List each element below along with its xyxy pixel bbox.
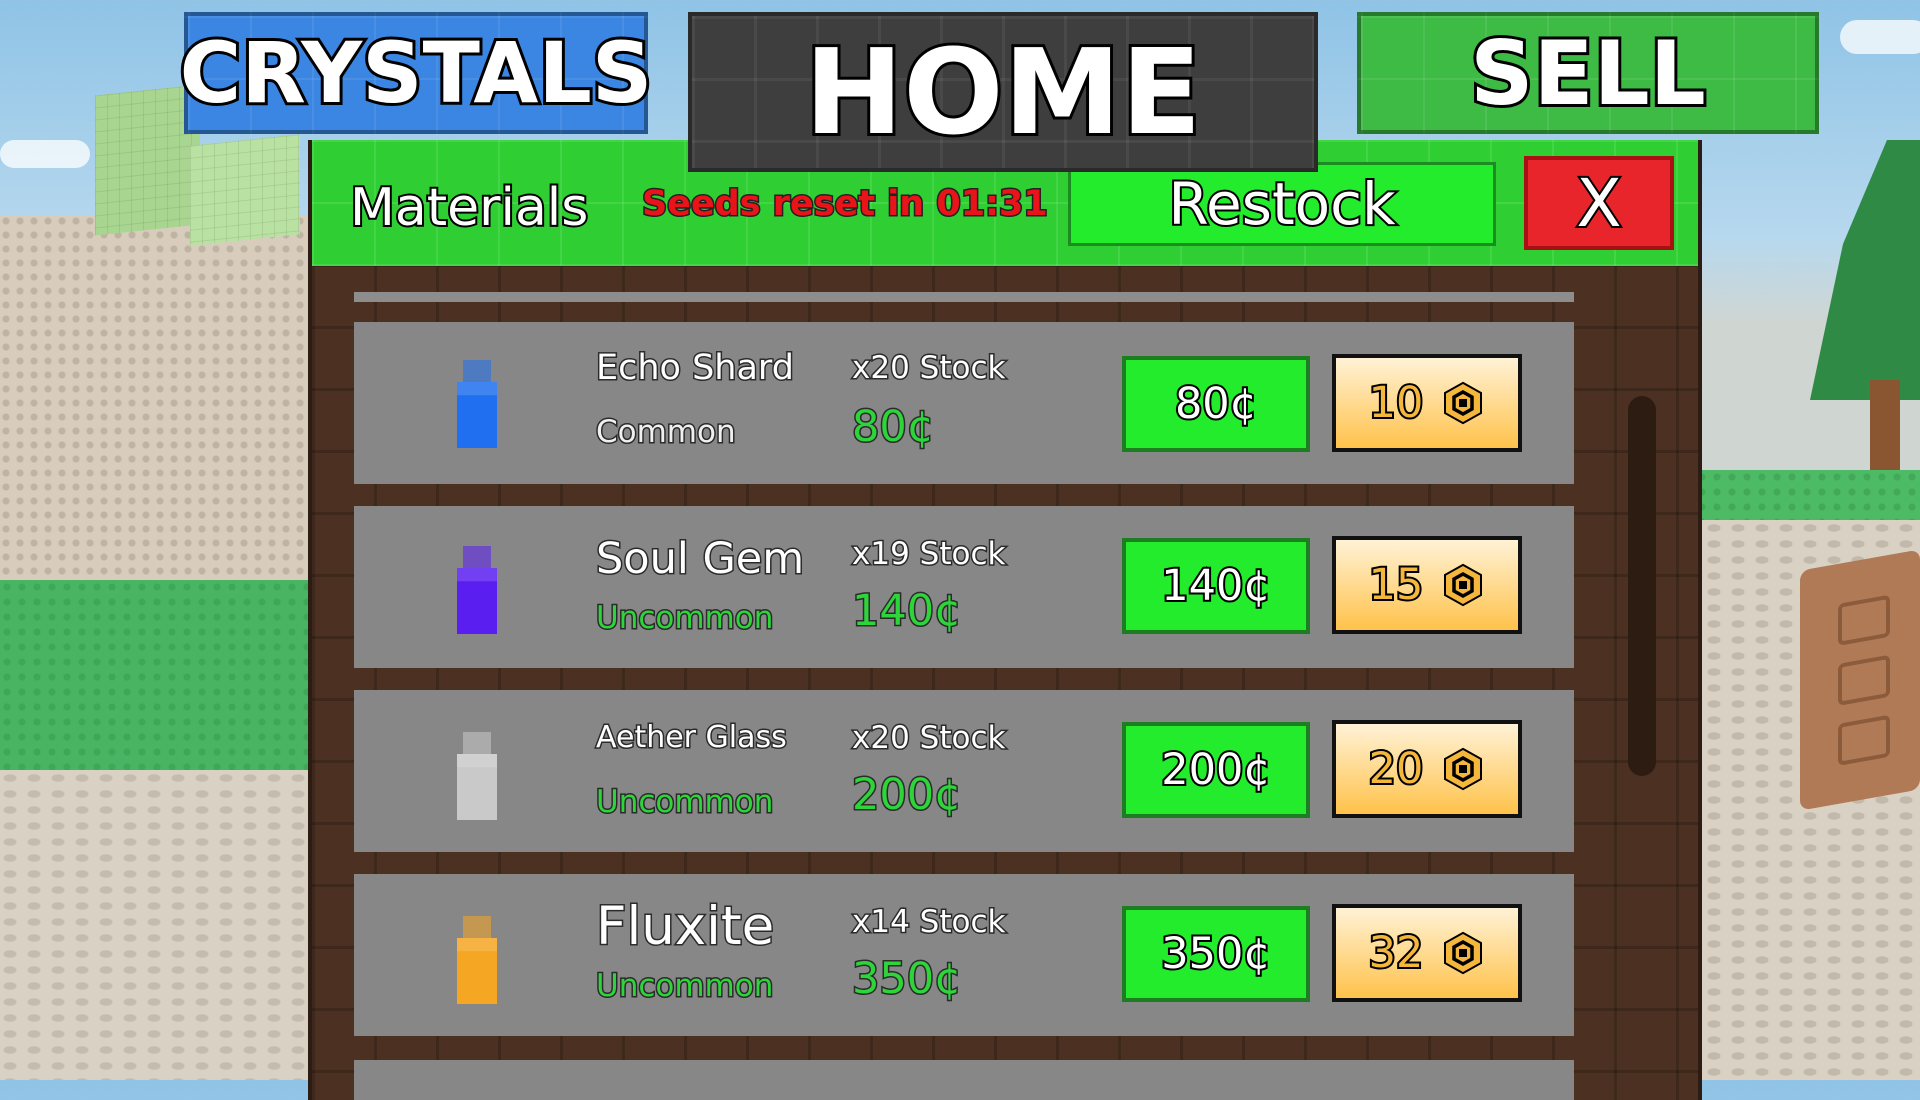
restock-button[interactable]: Restock — [1068, 162, 1496, 246]
shop-item-row: Fluxite Uncommon x14 Stock 350¢ 350¢ 32 — [354, 874, 1574, 1036]
robux-price: 32 — [1367, 926, 1426, 980]
item-rarity: Uncommon — [594, 599, 774, 638]
buy-with-cash-button[interactable]: 350¢ — [1122, 906, 1310, 1002]
item-name: Aether Glass — [595, 719, 789, 757]
materials-shop-panel: Materials Seeds reset in 01:31 Restock X… — [308, 140, 1702, 1100]
shop-item-row-partial — [354, 1060, 1574, 1100]
item-stock: x19 Stock — [850, 535, 1006, 574]
item-name: Echo Shard — [595, 347, 796, 390]
robux-price: 10 — [1367, 376, 1426, 430]
shop-item-row: Echo Shard Common x20 Stock 80¢ 80¢ 10 — [354, 322, 1574, 484]
item-rarity: Uncommon — [594, 783, 774, 822]
home-tab-button[interactable]: HOME — [688, 12, 1318, 172]
item-rarity: Common — [595, 413, 738, 452]
crystals-tab-button[interactable]: CRYSTALS — [177, 12, 655, 134]
bottle-icon — [451, 732, 503, 820]
panel-title: Materials — [348, 176, 590, 240]
close-button[interactable]: X — [1524, 156, 1674, 250]
bottle-icon — [451, 546, 503, 634]
robux-price: 15 — [1367, 558, 1426, 612]
cloud — [0, 140, 90, 168]
item-price: 200¢ — [850, 769, 962, 822]
robux-icon — [1444, 563, 1483, 607]
buy-with-robux-button[interactable]: 10 — [1332, 354, 1522, 452]
item-price: 80¢ — [850, 401, 935, 454]
buy-with-robux-button[interactable]: 15 — [1332, 536, 1522, 634]
buy-with-cash-button[interactable]: 140¢ — [1122, 538, 1310, 634]
list-divider — [354, 292, 1574, 302]
bottle-icon — [451, 916, 503, 1004]
buy-with-robux-button[interactable]: 20 — [1332, 720, 1522, 818]
item-stock: x14 Stock — [850, 903, 1006, 942]
item-rarity: Uncommon — [594, 967, 774, 1006]
robux-icon — [1444, 381, 1483, 425]
item-price: 140¢ — [850, 585, 962, 638]
item-name: Fluxite — [594, 895, 775, 959]
buy-with-cash-button[interactable]: 200¢ — [1122, 722, 1310, 818]
stone-floor — [0, 770, 330, 1080]
item-price: 350¢ — [850, 953, 962, 1006]
reset-timer-text: Seeds reset in 01:31 — [641, 183, 1050, 226]
robux-icon — [1444, 931, 1483, 975]
brown-brick-block — [1800, 549, 1920, 811]
item-stock: x20 Stock — [850, 719, 1006, 758]
robux-price: 20 — [1367, 742, 1426, 796]
shop-item-row: Aether Glass Uncommon x20 Stock 200¢ 200… — [354, 690, 1574, 852]
buy-with-robux-button[interactable]: 32 — [1332, 904, 1522, 1002]
sell-tab-button[interactable]: SELL — [1357, 12, 1819, 134]
buy-with-cash-button[interactable]: 80¢ — [1122, 356, 1310, 452]
robux-icon — [1444, 747, 1483, 791]
item-name: Soul Gem — [594, 533, 805, 586]
green-tower — [190, 134, 300, 246]
cloud — [1840, 20, 1920, 54]
tree-foliage — [1810, 140, 1920, 400]
bottle-icon — [451, 360, 503, 448]
studded-wall — [0, 215, 320, 615]
item-stock: x20 Stock — [850, 349, 1006, 388]
scrollbar[interactable] — [1628, 396, 1656, 776]
shop-item-row: Soul Gem Uncommon x19 Stock 140¢ 140¢ 15 — [354, 506, 1574, 668]
